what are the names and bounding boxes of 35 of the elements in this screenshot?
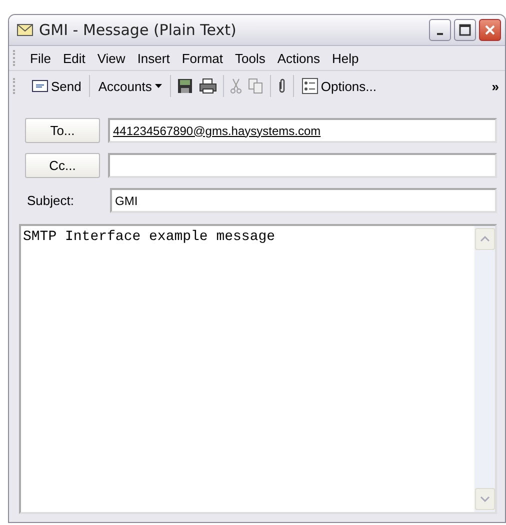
menu-item[interactable]: Help [326,48,365,68]
to-field[interactable]: 441234567890@gms.haysystems.com [108,118,497,143]
menu-item[interactable]: Insert [131,48,176,68]
printer-icon[interactable] [198,78,217,94]
subject-label: Subject: [26,193,75,208]
chevron-down-icon [480,496,490,502]
close-icon [484,24,496,36]
message-body-field[interactable]: SMTP Interface example message [19,224,497,514]
cc-field[interactable] [108,153,497,178]
minimize-button[interactable] [429,19,451,41]
menu-item[interactable]: Actions [271,48,326,68]
maximize-button[interactable] [454,19,476,41]
send-button[interactable]: Send [30,76,84,96]
menu-item[interactable]: File [24,48,57,68]
envelope-icon [17,24,33,36]
to-button[interactable]: To... [25,118,100,143]
list-icon [302,78,318,94]
options-button[interactable]: Options... [300,76,378,96]
subject-field[interactable]: GMI [110,188,497,213]
menu-item[interactable]: View [91,48,132,68]
menu-item[interactable]: Tools [229,48,272,68]
menu-item[interactable]: Format [176,48,229,68]
caret-icon [154,84,162,88]
chevron-up-icon [480,236,490,242]
toolbar-overflow-button[interactable]: » [492,78,499,94]
minimize-icon [437,33,443,35]
envelope-icon [32,80,48,92]
close-button[interactable] [479,19,501,41]
menu-item[interactable]: Edit [56,48,92,68]
scrollbar[interactable] [474,226,495,512]
paperclip-icon[interactable] [276,78,287,94]
maximize-icon [459,24,471,36]
window-title: GMI - Message (Plain Text) [39,21,238,39]
accounts-button[interactable]: Accounts [96,76,164,96]
cc-button[interactable]: Cc... [25,153,100,178]
